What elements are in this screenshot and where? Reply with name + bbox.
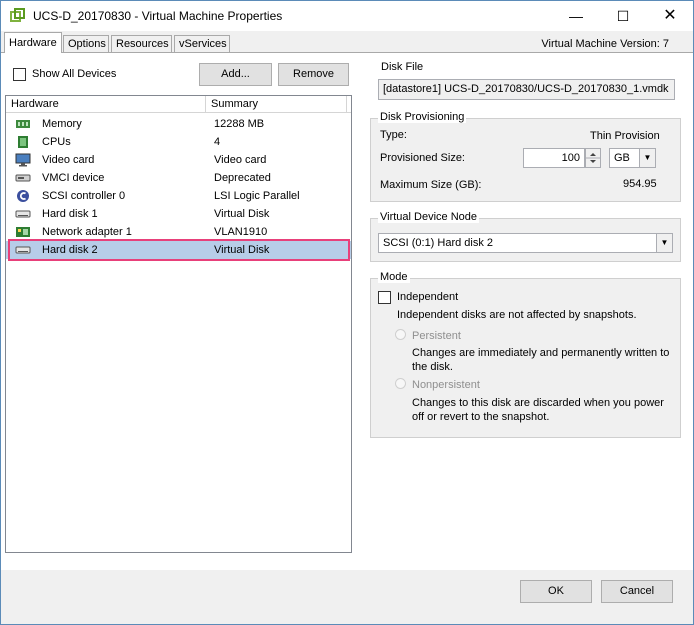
nonpersistent-radio[interactable] (395, 378, 406, 389)
persistent-radio[interactable] (395, 329, 406, 340)
device-row-vmci[interactable]: VMCI device Deprecated (6, 169, 351, 187)
device-name: Memory (42, 118, 82, 130)
type-value: Thin Provision (590, 130, 660, 142)
independent-description: Independent disks are not affected by sn… (397, 309, 637, 321)
maximum-size-value: 954.95 (623, 178, 657, 190)
scsi-icon (17, 190, 29, 202)
list-header: Hardware Summary (6, 96, 351, 113)
disk-provisioning-label: Disk Provisioning (378, 111, 467, 123)
cpu-icon (18, 136, 28, 148)
chevron-down-icon: ▼ (656, 234, 672, 252)
title-bar[interactable]: UCS-D_20170830 - Virtual Machine Propert… (1, 1, 693, 31)
device-icon (15, 174, 31, 182)
monitor-icon (15, 153, 31, 167)
minimize-button[interactable]: — (553, 1, 599, 31)
device-summary: Deprecated (214, 172, 271, 184)
device-row-memory[interactable]: Memory 12288 MB (6, 115, 351, 133)
device-name: Video card (42, 154, 95, 166)
show-all-devices-label: Show All Devices (32, 68, 117, 80)
properties-window: UCS-D_20170830 - Virtual Machine Propert… (0, 0, 694, 625)
disk-file-group: Disk File [datastore1] UCS-D_20170830/UC… (370, 61, 681, 100)
chevron-down-icon: ▼ (639, 149, 655, 167)
type-label: Type: (380, 129, 407, 141)
tab-options[interactable]: Options (63, 35, 109, 53)
tab-strip: Hardware Options Resources vServices Vir… (1, 31, 693, 53)
close-button[interactable]: ✕ (647, 1, 693, 31)
virtual-device-node-select[interactable]: SCSI (0:1) Hard disk 2 ▼ (378, 233, 673, 253)
network-icon (16, 227, 30, 237)
disk-file-path-field[interactable]: [datastore1] UCS-D_20170830/UCS-D_201708… (378, 79, 675, 100)
virtual-device-node-group: Virtual Device Node SCSI (0:1) Hard disk… (370, 211, 681, 262)
tab-vservices[interactable]: vServices (174, 35, 230, 53)
device-name: Hard disk 1 (42, 208, 98, 220)
persistent-description-line1: Changes are immediately and permanently … (412, 347, 670, 359)
nonpersistent-description-line2: off or revert to the snapshot. (412, 411, 550, 423)
show-all-devices-checkbox[interactable] (13, 68, 26, 81)
virtual-device-node-value: SCSI (0:1) Hard disk 2 (383, 237, 494, 249)
independent-checkbox[interactable] (378, 291, 391, 304)
cancel-button[interactable]: Cancel (601, 580, 673, 603)
column-header-hardware[interactable]: Hardware (6, 96, 206, 113)
hardware-tab-content: Show All Devices Add... Remove Hardware … (1, 52, 693, 570)
tab-resources[interactable]: Resources (111, 35, 172, 53)
device-row-cpus[interactable]: CPUs 4 (6, 133, 351, 151)
maximize-button[interactable]: ☐ (600, 1, 646, 31)
tab-hardware[interactable]: Hardware (4, 32, 62, 53)
device-summary: Virtual Disk (214, 208, 270, 220)
stepper-arrows-icon (586, 153, 600, 163)
provisioned-size-stepper[interactable] (585, 148, 601, 168)
device-row-hard-disk-1[interactable]: Hard disk 1 Virtual Disk (6, 205, 351, 223)
window-title: UCS-D_20170830 - Virtual Machine Propert… (33, 9, 283, 23)
disk-file-label: Disk File (379, 61, 426, 73)
virtual-device-node-label: Virtual Device Node (378, 211, 480, 223)
device-summary: 4 (214, 136, 221, 148)
device-row-scsi-controller[interactable]: SCSI controller 0 LSI Logic Parallel (6, 187, 351, 205)
remove-device-button[interactable]: Remove (278, 63, 349, 86)
device-summary: Video card (214, 154, 267, 166)
device-name: SCSI controller 0 (42, 190, 126, 202)
independent-label: Independent (397, 291, 459, 303)
disk-provisioning-group: Disk Provisioning Type: Thin Provision P… (370, 111, 681, 202)
column-header-summary[interactable]: Summary (206, 96, 347, 113)
add-device-button[interactable]: Add... (199, 63, 272, 86)
size-unit-value: GB (614, 152, 630, 164)
dialog-footer: OK Cancel (1, 570, 693, 624)
mode-label: Mode (378, 271, 410, 283)
memory-icon (16, 120, 30, 128)
provisioned-size-input[interactable]: 100 (523, 148, 585, 168)
device-row-video-card[interactable]: Video card Video card (6, 151, 351, 169)
provisioned-size-label: Provisioned Size: (380, 152, 465, 164)
nonpersistent-description-line1: Changes to this disk are discarded when … (412, 397, 664, 409)
size-unit-select[interactable]: GB ▼ (609, 148, 656, 168)
device-summary: 12288 MB (214, 118, 265, 130)
device-summary: LSI Logic Parallel (214, 190, 300, 202)
ok-button[interactable]: OK (520, 580, 592, 603)
nonpersistent-label: Nonpersistent (412, 379, 480, 391)
hardware-list: Hardware Summary Memory 12288 MB CPUs 4 … (5, 95, 352, 553)
vm-version-label: Virtual Machine Version: 7 (541, 38, 669, 50)
persistent-label: Persistent (412, 330, 461, 342)
device-name: CPUs (42, 136, 71, 148)
maximum-size-label: Maximum Size (GB): (380, 179, 482, 191)
selection-highlight-annotation (8, 239, 350, 261)
persistent-description-line2: the disk. (412, 361, 453, 373)
device-name: VMCI device (42, 172, 105, 184)
vm-app-icon (10, 8, 25, 22)
mode-group: Mode Independent Independent disks are n… (370, 271, 681, 438)
hard-disk-icon (15, 210, 31, 218)
